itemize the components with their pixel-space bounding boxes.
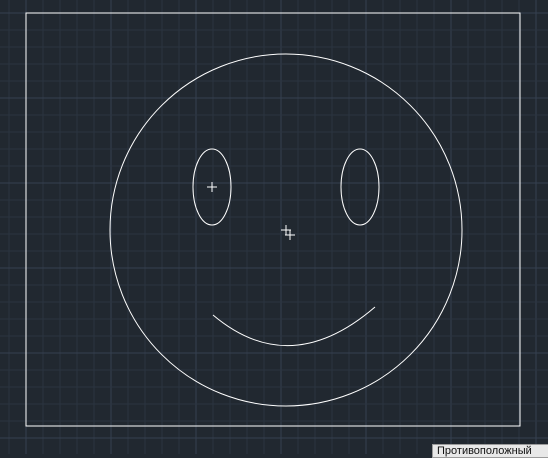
right-eye-ellipse[interactable] <box>340 148 380 226</box>
tooltip: Противоположный <box>432 444 548 458</box>
limits-rectangle[interactable] <box>25 12 521 427</box>
drawing-area[interactable] <box>0 0 548 454</box>
crosshair-icon <box>281 225 295 240</box>
grid-lines <box>0 0 548 454</box>
smile-arc[interactable] <box>212 306 376 346</box>
drawing-canvas[interactable]: Противоположный <box>0 0 548 458</box>
